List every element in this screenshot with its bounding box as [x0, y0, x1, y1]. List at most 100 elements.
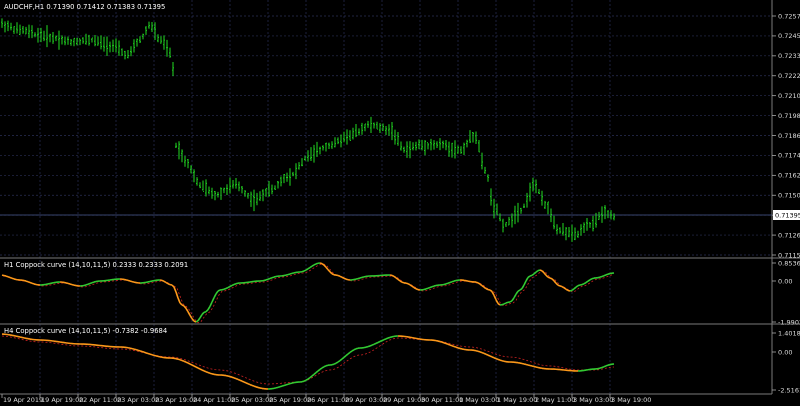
- h4-coppock-line: [437, 340, 441, 343]
- chart-window[interactable]: 0.72575 0.72455 0.72335 0.72220 0.72105 0.719…: [0, 0, 800, 406]
- price-tick-label: 0.71745: [778, 152, 800, 160]
- h4-coppock-line: [191, 364, 195, 367]
- h4-coppock-line: [145, 352, 149, 355]
- h1-coppock-line: [27, 281, 31, 284]
- h1-coppock-line: [87, 282, 91, 285]
- h1-coppock-line: [411, 285, 415, 289]
- h4-coppock-line: [305, 378, 309, 381]
- h4-coppock-line: [287, 382, 291, 385]
- h4-coppock-line: [237, 378, 241, 382]
- h4-coppock-line: [441, 341, 445, 344]
- h4-coppock-line: [603, 365, 607, 368]
- h1-coppock-line: [433, 284, 437, 287]
- h1-coppock-line: [589, 278, 593, 281]
- h1-coppock-line: [31, 282, 35, 285]
- h4-coppock-line: [235, 377, 239, 381]
- h1-coppock-line: [193, 320, 197, 323]
- time-tick-label: 25 Apr 03:00: [231, 396, 273, 404]
- h4-coppock-line: [137, 349, 141, 352]
- h1-coppock-line: [361, 276, 365, 279]
- h1-coppock-line: [287, 273, 291, 276]
- h1-coppock-line: [85, 283, 89, 286]
- h4-coppock-line: [383, 338, 387, 341]
- time-tick-label: 29 Apr 19:00: [383, 396, 425, 404]
- h4-coppock-line: [445, 342, 449, 346]
- h4-coppock-line: [447, 343, 451, 346]
- price-tick-label: 0.72455: [778, 32, 800, 40]
- h4-coppock-line: [209, 372, 213, 375]
- ind2-tick-label: -2.5161: [778, 386, 800, 394]
- h1-coppock-line: [405, 282, 409, 285]
- h4-coppock-line: [251, 384, 255, 387]
- h1-coppock-line: [583, 281, 587, 285]
- h4-coppock-line: [379, 339, 383, 343]
- h1-coppock-line: [319, 262, 323, 265]
- h1-coppock-line: [307, 266, 311, 270]
- h1-coppock-line: [341, 276, 345, 279]
- h1-coppock-line: [549, 277, 553, 280]
- h4-coppock-line: [133, 348, 137, 351]
- h1-coppock-line: [359, 276, 363, 279]
- h1-coppock-line: [559, 285, 563, 288]
- h1-coppock-line: [449, 281, 453, 284]
- h4-coppock-line: [601, 365, 605, 369]
- h4-coppock-line: [605, 364, 609, 367]
- h4-coppock-line: [455, 346, 459, 349]
- h4-coppock-line: [255, 386, 259, 389]
- h4-coppock-line: [257, 386, 261, 389]
- time-tick-label: 2 May 11:00: [535, 396, 575, 404]
- h4-coppock-line: [451, 344, 455, 348]
- h4-coppock-line: [367, 345, 371, 348]
- h4-coppock-line: [599, 366, 603, 369]
- h1-coppock-line: [475, 281, 479, 284]
- h1-coppock-line: [291, 272, 295, 275]
- h1-coppock-line: [161, 279, 165, 283]
- h1-coppock-line: [443, 283, 447, 286]
- h1-coppock-line: [339, 275, 343, 278]
- h4-coppock-line: [141, 350, 145, 353]
- h4-coppock-line: [303, 379, 307, 382]
- h4-coppock-line: [531, 365, 535, 368]
- h4-coppock-line: [597, 367, 601, 370]
- h1-coppock-line: [503, 302, 507, 305]
- h4-coppock-line: [497, 358, 501, 361]
- ind2-tick-label: 1.4018: [778, 329, 800, 337]
- h1-coppock-line: [425, 287, 429, 290]
- h1-coppock-line: [477, 282, 481, 285]
- time-tick-label: 29 Apr 03:00: [345, 396, 387, 404]
- h4-coppock-line: [453, 345, 457, 348]
- h1-coppock-line: [601, 274, 605, 278]
- h4-coppock-line: [335, 361, 339, 364]
- h1-coppock-line: [11, 277, 15, 280]
- h4-coppock-line: [485, 353, 489, 356]
- h1-coppock-line: [357, 277, 361, 280]
- h1-coppock-line: [303, 269, 307, 272]
- price-tick-label: 0.72105: [778, 92, 800, 100]
- time-tick-label: 26 Apr 11:00: [307, 396, 349, 404]
- h1-coppock-line: [529, 274, 533, 277]
- h1-coppock-line: [25, 280, 29, 283]
- h4-coppock-line: [181, 359, 185, 362]
- h4-coppock-line: [459, 347, 463, 350]
- h1-coppock-line: [423, 288, 427, 291]
- h4-coppock-line: [527, 364, 531, 367]
- h1-coppock-line: [227, 285, 231, 289]
- h1-coppock-line: [65, 282, 69, 285]
- h4-coppock-line: [385, 337, 389, 340]
- h4-coppock-line: [487, 354, 491, 357]
- h4-coppock-line: [495, 357, 499, 361]
- h1-coppock-line: [3, 274, 7, 277]
- h1-coppock-line: [69, 283, 73, 286]
- h4-coppock-line: [247, 382, 251, 386]
- h1-coppock-line: [603, 274, 607, 277]
- time-tick-label: 3 May 03:00: [573, 396, 613, 404]
- h1-coppock-line: [599, 275, 603, 278]
- h4-coppock-line: [241, 380, 245, 383]
- h1-coppock-line: [505, 301, 509, 304]
- h4-coppock-line: [353, 348, 357, 351]
- h1-coppock-line: [431, 285, 435, 288]
- h4-coppock-line: [143, 351, 147, 354]
- h1-coppock-line: [9, 276, 13, 279]
- h1-coppock-line: [93, 280, 97, 283]
- h1-coppock-line: [311, 264, 315, 267]
